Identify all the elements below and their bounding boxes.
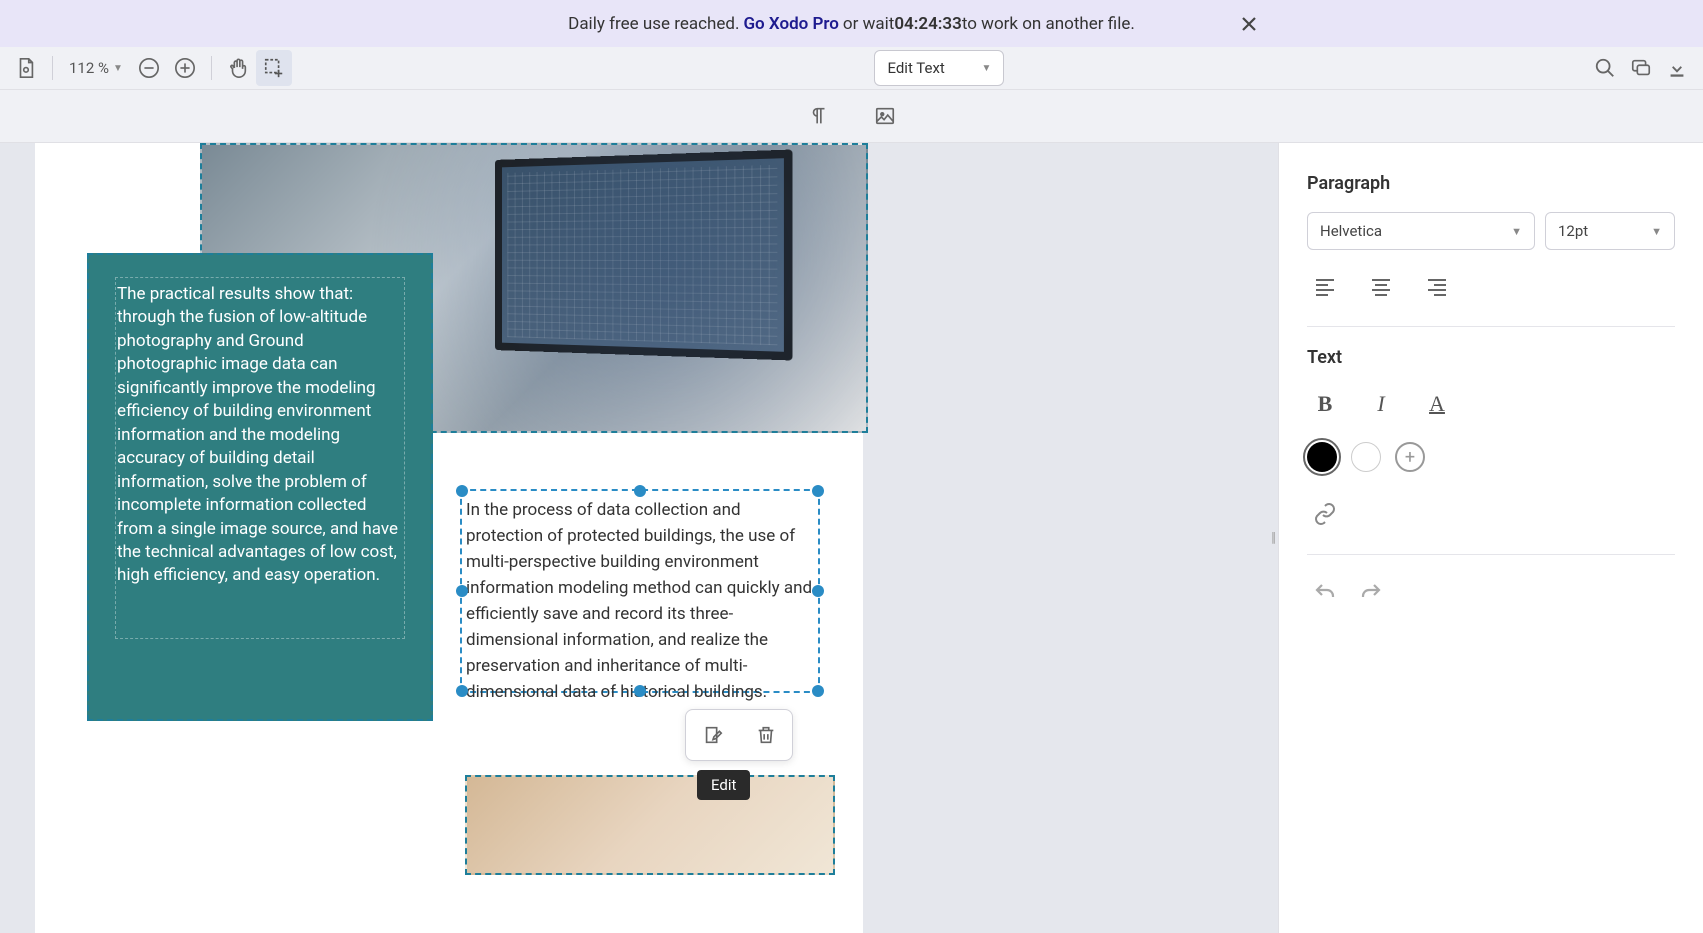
zoom-out-button[interactable] <box>131 50 167 86</box>
bottom-image-block[interactable] <box>465 775 835 875</box>
insert-paragraph-button[interactable] <box>801 98 837 134</box>
chevron-down-icon: ▼ <box>1511 225 1522 238</box>
banner-suffix: to work on another file. <box>962 14 1135 34</box>
bold-button[interactable]: B <box>1307 386 1343 422</box>
resize-handle-tl[interactable] <box>456 485 468 497</box>
teal-text-block[interactable]: The practical results show that: through… <box>87 253 433 721</box>
paragraph-section-title: Paragraph <box>1307 173 1675 194</box>
view-settings-button[interactable] <box>8 50 44 86</box>
toolbar-separator <box>211 56 212 80</box>
font-size-value: 12pt <box>1558 222 1588 240</box>
edit-tooltip: Edit <box>697 770 750 800</box>
comments-icon <box>1630 57 1652 79</box>
properties-panel: Paragraph Helvetica ▼ 12pt ▼ Text <box>1278 143 1703 933</box>
resize-handle-l[interactable] <box>456 585 468 597</box>
zoom-in-button[interactable] <box>167 50 203 86</box>
image-icon <box>874 105 896 127</box>
edit-toolbar <box>0 90 1703 143</box>
selected-text-block[interactable]: In the process of data collection and pr… <box>460 489 820 693</box>
insert-image-button[interactable] <box>867 98 903 134</box>
color-swatch-white[interactable] <box>1351 442 1381 472</box>
pan-tool-button[interactable] <box>220 50 256 86</box>
undo-icon <box>1313 581 1337 605</box>
marquee-icon <box>263 57 285 79</box>
italic-button[interactable]: I <box>1363 386 1399 422</box>
resize-handle-br[interactable] <box>812 685 824 697</box>
paragraph-icon <box>808 105 830 127</box>
hand-icon <box>227 57 249 79</box>
monitor-graphic <box>495 149 793 360</box>
minus-circle-icon <box>138 57 160 79</box>
resize-handle-r[interactable] <box>812 585 824 597</box>
text-section-title: Text <box>1307 347 1675 368</box>
redo-button[interactable] <box>1353 575 1389 611</box>
marquee-select-button[interactable] <box>256 50 292 86</box>
search-icon <box>1594 57 1616 79</box>
close-icon <box>1240 15 1258 33</box>
delete-button[interactable] <box>746 715 786 755</box>
edit-icon <box>702 724 724 746</box>
text-color-button[interactable]: A <box>1419 386 1455 422</box>
plus-circle-icon <box>174 57 196 79</box>
go-pro-link[interactable]: Go Xodo Pro <box>743 14 838 34</box>
align-right-button[interactable] <box>1419 268 1455 304</box>
chevron-down-icon: ▼ <box>982 63 992 74</box>
main-area: The practical results show that: through… <box>0 143 1703 933</box>
search-button[interactable] <box>1587 50 1623 86</box>
chevron-down-icon: ▼ <box>113 63 123 74</box>
close-banner-button[interactable] <box>1240 15 1258 33</box>
banner-middle: or wait <box>843 14 894 34</box>
align-left-button[interactable] <box>1307 268 1343 304</box>
selection-toolbar <box>685 709 793 761</box>
font-family-value: Helvetica <box>1320 222 1382 240</box>
resize-handle-b[interactable] <box>634 685 646 697</box>
resize-handle-bl[interactable] <box>456 685 468 697</box>
panel-divider <box>1307 326 1675 327</box>
redo-icon <box>1359 581 1383 605</box>
resize-handle-t[interactable] <box>634 485 646 497</box>
canvas-area[interactable]: The practical results show that: through… <box>0 143 1278 933</box>
mode-label: Edit Text <box>887 59 944 77</box>
zoom-value: 112 % <box>69 59 109 77</box>
toolbar-separator <box>52 56 53 80</box>
main-toolbar: 112 % ▼ Edit Text ▼ <box>0 47 1703 90</box>
color-swatch-black[interactable] <box>1307 442 1337 472</box>
download-icon <box>1666 57 1688 79</box>
panel-resize-handle[interactable]: || <box>1267 526 1278 550</box>
align-left-icon <box>1313 274 1337 298</box>
banner-prefix: Daily free use reached. <box>568 14 739 34</box>
align-center-button[interactable] <box>1363 268 1399 304</box>
download-button[interactable] <box>1659 50 1695 86</box>
upgrade-banner: Daily free use reached. Go Xodo Pro or w… <box>0 0 1703 47</box>
resize-handle-tr[interactable] <box>812 485 824 497</box>
font-family-select[interactable]: Helvetica ▼ <box>1307 212 1535 250</box>
undo-button[interactable] <box>1307 575 1343 611</box>
banner-timer: 04:24:33 <box>894 14 962 34</box>
link-icon <box>1313 502 1337 526</box>
panel-divider <box>1307 554 1675 555</box>
comments-button[interactable] <box>1623 50 1659 86</box>
font-size-select[interactable]: 12pt ▼ <box>1545 212 1675 250</box>
page-icon <box>15 57 37 79</box>
align-right-icon <box>1425 274 1449 298</box>
insert-link-button[interactable] <box>1307 496 1343 532</box>
teal-text-content: The practical results show that: through… <box>117 283 403 588</box>
add-color-button[interactable]: + <box>1395 442 1425 472</box>
chevron-down-icon: ▼ <box>1651 225 1662 238</box>
trash-icon <box>755 724 777 746</box>
edit-text-button[interactable] <box>693 715 733 755</box>
zoom-dropdown[interactable]: 112 % ▼ <box>61 59 131 77</box>
document-page: The practical results show that: through… <box>35 143 863 933</box>
mode-dropdown[interactable]: Edit Text ▼ <box>874 50 1004 86</box>
align-center-icon <box>1369 274 1393 298</box>
selected-text-content: In the process of data collection and pr… <box>466 500 812 702</box>
